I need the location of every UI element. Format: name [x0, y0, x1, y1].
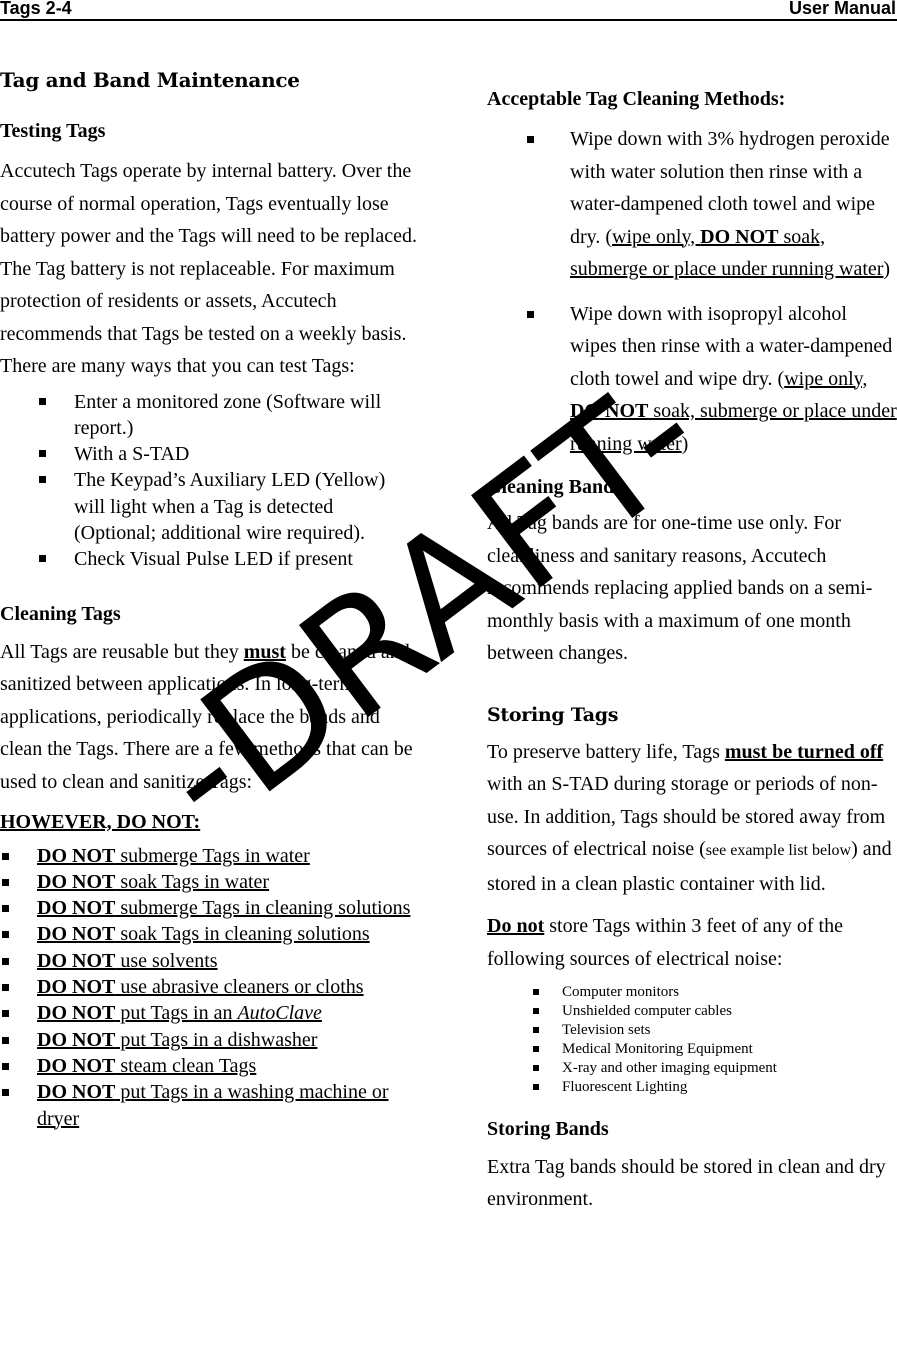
bullet-icon [2, 984, 9, 992]
bullet-icon [2, 1036, 9, 1044]
list-item: Computer monitors [487, 983, 897, 1002]
acceptable-methods-heading: Acceptable Tag Cleaning Methods: [487, 88, 786, 110]
cleaning-bands-heading: Cleaning Bands [487, 476, 623, 498]
list-item: DO NOT put Tags in a washing machine or … [0, 1079, 420, 1132]
list-item: With a S-TAD [0, 441, 420, 467]
list-item: DO NOT submerge Tags in water [0, 843, 420, 869]
bullet-icon [2, 905, 9, 913]
testing-tags-heading: Testing Tags [0, 120, 106, 142]
cleaning-bands-body: All Tag bands are for one-time use only.… [487, 512, 873, 664]
list-item: The Keypad’s Auxiliary LED (Yellow) will… [0, 467, 420, 546]
list-item: DO NOT submerge Tags in cleaning solutio… [0, 895, 420, 921]
bullet-icon [533, 1027, 539, 1034]
list-item: DO NOT soak Tags in water [0, 869, 420, 895]
list-item: DO NOT put Tags in a dishwasher [0, 1027, 420, 1053]
however-do-not-heading: HOWEVER, DO NOT: [0, 811, 201, 834]
bullet-icon [2, 852, 9, 860]
cleaning-tags-body: All Tags are reusable but they must be c… [0, 640, 413, 793]
bullet-icon [527, 310, 534, 318]
header-manual-title: User Manual [788, 0, 896, 18]
emphasis-must: must [243, 640, 286, 663]
acceptable-methods-list: Wipe down with 3% hydrogen peroxide with… [487, 123, 897, 460]
cleaning-tags-heading: Cleaning Tags [0, 602, 121, 625]
storing-tags-warning: Do not store Tags within 3 feet of any o… [487, 915, 843, 970]
do-not-list: DO NOT submerge Tags in water DO NOT soak… [0, 843, 420, 1132]
list-item: DO NOT put Tags in an AutoClave [0, 1000, 420, 1026]
list-item: Unshielded computer cables [487, 1002, 897, 1021]
storing-bands-heading: Storing Bands [487, 1117, 609, 1140]
list-item: Check Visual Pulse LED if present [0, 546, 420, 572]
storing-tags-body: To preserve battery life, Tags must be t… [487, 740, 892, 895]
storing-bands-body: Extra Tag bands should be stored in clea… [487, 1155, 886, 1211]
bullet-icon [2, 957, 9, 965]
bullet-icon [533, 1084, 539, 1091]
bullet-icon [2, 931, 9, 939]
page-title: Tag and Band Maintenance [0, 68, 300, 92]
testing-methods-list: Enter a monitored zone (Software will re… [0, 389, 420, 573]
list-item: Medical Monitoring Equipment [487, 1040, 897, 1059]
bullet-icon [39, 555, 46, 563]
left-column: Tag and Band Maintenance Testing Tags Ac… [0, 68, 420, 1132]
bullet-icon [39, 476, 46, 484]
bullet-icon [39, 450, 46, 458]
list-item: X-ray and other imaging equipment [487, 1059, 897, 1078]
list-item: DO NOT use solvents [0, 948, 420, 974]
list-item: Wipe down with isopropyl alcohol wipes t… [487, 298, 897, 461]
bullet-icon [2, 878, 9, 886]
testing-tags-body: Accutech Tags operate by internal batter… [0, 160, 417, 377]
list-item: DO NOT steam clean Tags [0, 1053, 420, 1079]
list-item: Enter a monitored zone (Software will re… [0, 389, 420, 442]
emphasis-do-not: Do not [487, 915, 545, 937]
bullet-icon [39, 397, 46, 405]
list-item: DO NOT use abrasive cleaners or cloths [0, 974, 420, 1000]
list-item: Television sets [487, 1021, 897, 1040]
header-section-label: Tags 2-4 [0, 0, 72, 18]
noise-sources-list: Computer monitors Unshielded computer ca… [487, 983, 897, 1098]
bullet-icon [527, 136, 534, 143]
bullet-icon [533, 1065, 539, 1072]
storing-tags-heading: Storing Tags [487, 703, 619, 726]
bullet-icon [2, 1089, 9, 1097]
bullet-icon [533, 989, 539, 995]
bullet-icon [533, 1046, 539, 1053]
page-header: Tags 2-4 User Manual [0, 0, 897, 21]
bullet-icon [533, 1008, 539, 1015]
bullet-icon [2, 1062, 9, 1070]
bullet-icon [2, 1010, 9, 1018]
list-item: Fluorescent Lighting [487, 1078, 897, 1097]
right-column: Acceptable Tag Cleaning Methods: Wipe do… [487, 88, 897, 1216]
list-item: DO NOT soak Tags in cleaning solutions [0, 921, 420, 947]
list-item: Wipe down with 3% hydrogen peroxide with… [487, 123, 897, 286]
emphasis-must-be-turned-off: must be turned off [724, 740, 884, 763]
